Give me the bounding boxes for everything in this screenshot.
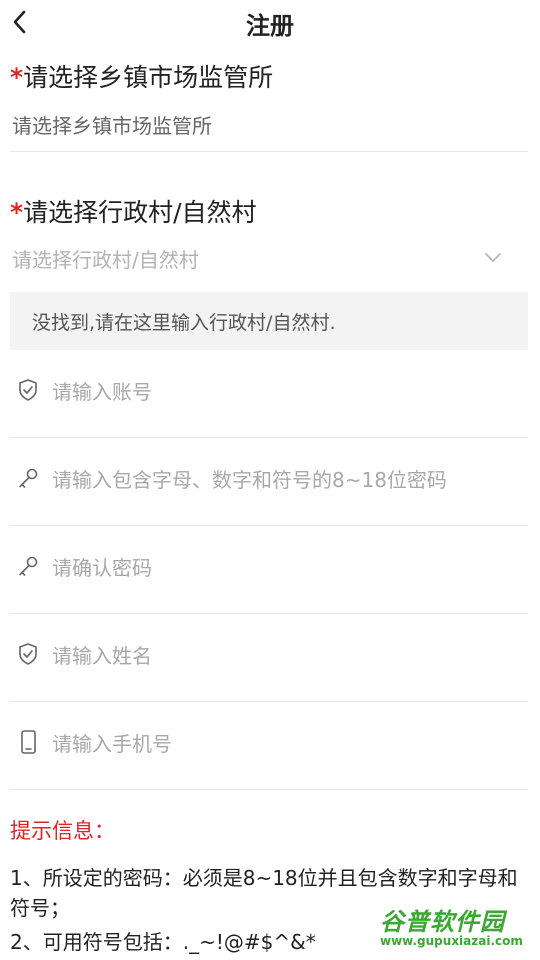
chevron-down-icon[interactable] — [482, 246, 504, 268]
village-label-text: 请选择行政村/自然村 — [23, 198, 257, 227]
phone-icon — [21, 730, 36, 754]
name-field — [10, 614, 528, 702]
township-select[interactable]: 请选择乡镇市场监管所 — [12, 110, 212, 139]
phone-field — [10, 702, 528, 790]
village-select[interactable]: 请选择行政村/自然村 — [12, 244, 199, 273]
manual-village-text: 没找到,请在这里输入行政村/自然村. — [32, 312, 336, 334]
divider — [10, 151, 528, 152]
divider — [10, 789, 528, 790]
tips-title: 提示信息： — [10, 819, 115, 843]
watermark-brand: 谷普软件园 — [380, 908, 505, 936]
password-input[interactable] — [52, 460, 512, 500]
watermark-url: www.gupuxiazai.com — [380, 934, 523, 948]
manual-village-entry[interactable]: 没找到,请在这里输入行政村/自然村. — [10, 292, 528, 350]
page-title: 注册 — [246, 12, 294, 40]
account-input[interactable] — [52, 372, 512, 412]
account-field — [10, 350, 528, 438]
township-label: *请选择乡镇市场监管所 — [10, 58, 273, 94]
watermark: 谷普软件园 www.gupuxiazai.com — [376, 902, 536, 956]
shield-check-icon — [19, 379, 37, 401]
header-bar: 注册 — [0, 0, 540, 44]
confirm-password-input[interactable] — [52, 548, 512, 588]
name-input[interactable] — [52, 636, 512, 676]
required-mark: * — [10, 63, 24, 92]
password-field — [10, 438, 528, 526]
phone-input[interactable] — [52, 724, 512, 764]
confirm-password-field — [10, 526, 528, 614]
village-label: *请选择行政村/自然村 — [10, 193, 257, 229]
required-mark: * — [10, 198, 24, 227]
shield-check-icon — [19, 643, 37, 665]
township-label-text: 请选择乡镇市场监管所 — [23, 63, 274, 92]
key-icon — [19, 468, 38, 488]
key-icon — [19, 556, 38, 576]
